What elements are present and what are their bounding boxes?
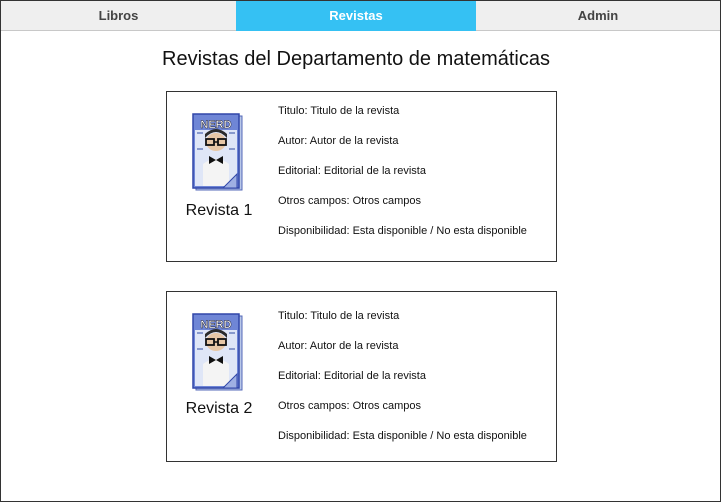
magazine-card[interactable]: NERD Revista 2 Titulo: Titulo de la revi… [166, 291, 557, 462]
magazine-name: Revista 2 [185, 400, 253, 417]
field-editorial: Editorial: Editorial de la revista [278, 370, 426, 382]
field-otros-campos: Otros campos: Otros campos [278, 400, 422, 412]
field-disponibilidad: Disponibilidad: Esta disponible / No est… [278, 225, 527, 237]
tab-admin[interactable]: Admin [476, 1, 720, 31]
field-autor: Autor: Autor de la revista [278, 135, 399, 147]
tab-libros[interactable]: Libros [1, 1, 236, 31]
nerd-magazine-cover-icon[interactable]: NERD [191, 312, 247, 392]
field-autor: Autor: Autor de la revista [278, 340, 399, 352]
magazine-name: Revista 1 [185, 202, 253, 219]
app-window: Libros Revistas Admin Revistas del Depar… [0, 0, 721, 502]
field-otros-campos: Otros campos: Otros campos [278, 195, 422, 207]
field-disponibilidad: Disponibilidad: Esta disponible / No est… [278, 430, 527, 442]
field-titulo: Titulo: Titulo de la revista [278, 105, 400, 117]
page-title: Revistas del Departamento de matemáticas [162, 48, 550, 70]
tab-revistas[interactable]: Revistas [236, 1, 476, 31]
field-editorial: Editorial: Editorial de la revista [278, 165, 426, 177]
field-titulo: Titulo: Titulo de la revista [278, 310, 400, 322]
nerd-magazine-cover-icon[interactable]: NERD [191, 112, 247, 192]
magazine-card[interactable]: NERD Revista 1 Titulo: Titulo de la revi… [166, 91, 557, 262]
tab-bar: Libros Revistas Admin [1, 1, 720, 31]
